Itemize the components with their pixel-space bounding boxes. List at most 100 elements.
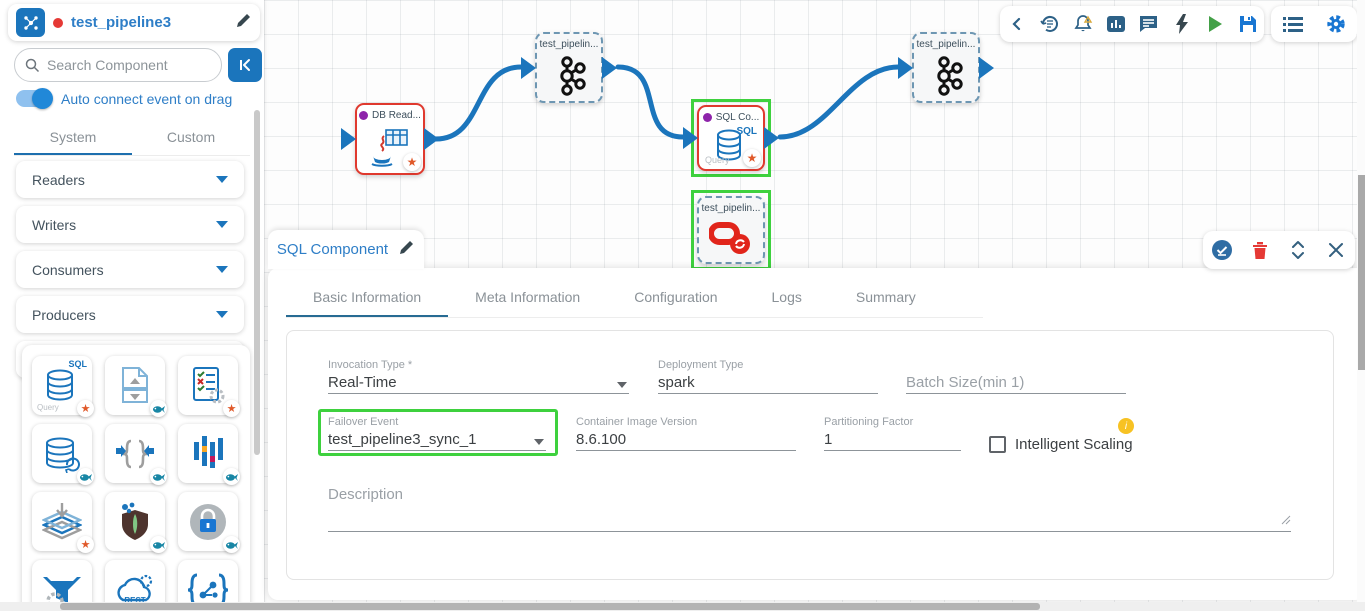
connection-wire-2[interactable] (618, 67, 683, 137)
failover-event-value[interactable]: test_pipeline3_sync_1 (328, 431, 546, 451)
partitioning-factor-field[interactable]: Partitioning Factor 1 (824, 416, 961, 451)
node-label: test_pipelin... (702, 198, 761, 214)
bell-warning-icon (1072, 13, 1094, 35)
node-kafka-out[interactable]: test_pipelin... (912, 32, 980, 103)
description-field[interactable]: Description (328, 486, 1291, 532)
batch-size-field[interactable]: Batch Size(min 1) (906, 359, 1126, 394)
gear-icon (1326, 14, 1346, 34)
auto-connect-label: Auto connect event on drag (61, 91, 232, 107)
node-kafka-in[interactable]: test_pipelin... (535, 32, 603, 103)
input-port-icon[interactable] (521, 57, 536, 79)
status-dot (359, 111, 368, 120)
resize-component-button[interactable] (1284, 236, 1312, 264)
component-tile-sql-database[interactable]: SQLQuery★ (32, 356, 92, 415)
section-readers[interactable]: Readers (16, 161, 244, 198)
sidebar-scrollbar[interactable] (254, 110, 260, 455)
edit-pipeline-icon[interactable] (235, 12, 252, 34)
check-circle-icon (1211, 239, 1233, 261)
alerts-button[interactable] (1069, 10, 1097, 38)
output-port-icon[interactable] (979, 57, 994, 79)
component-tile-mongo-shield[interactable] (105, 492, 165, 551)
search-component-input[interactable] (47, 57, 197, 73)
invocation-type-value[interactable]: Real-Time (328, 374, 629, 394)
component-sidebar: test_pipeline3 Auto connect event on dra… (0, 0, 264, 611)
panel-tab-summary[interactable]: Summary (829, 280, 943, 318)
section-consumers[interactable]: Consumers (16, 251, 244, 288)
pipeline-editor: DB Read...★test_pipelin...SQL Co...★SQLQ… (0, 0, 1365, 611)
status-dot (703, 113, 712, 122)
sidebar-tab-custom[interactable]: Custom (132, 118, 250, 156)
edit-component-icon[interactable] (398, 239, 415, 261)
collapse-sidebar-button[interactable] (228, 48, 262, 82)
section-producers[interactable]: Producers (16, 296, 244, 333)
output-port-icon[interactable] (602, 57, 617, 79)
run-button[interactable] (1201, 10, 1229, 38)
component-tile-json-braces[interactable] (105, 424, 165, 483)
trigger-button[interactable] (1168, 10, 1196, 38)
input-port-icon[interactable] (898, 57, 913, 79)
save-button[interactable] (1234, 10, 1262, 38)
output-port-icon[interactable] (424, 128, 439, 150)
bolt-icon (1175, 14, 1189, 34)
description-input[interactable] (328, 506, 1291, 532)
canvas-toolbar-secondary (1271, 6, 1357, 42)
connection-wire-1[interactable] (436, 67, 521, 139)
back-button[interactable] (1003, 10, 1031, 38)
output-port-icon[interactable] (764, 127, 779, 149)
kafka-icon (928, 55, 964, 97)
deployment-type-label: Deployment Type (658, 359, 878, 371)
panel-tab-logs[interactable]: Logs (745, 280, 829, 318)
delete-component-button[interactable] (1246, 236, 1274, 264)
comments-button[interactable] (1135, 10, 1163, 38)
component-tile-lock-circle[interactable] (178, 492, 238, 551)
settings-button[interactable] (1322, 10, 1350, 38)
panel-tab-meta-information[interactable]: Meta Information (448, 280, 607, 318)
comment-icon (1138, 14, 1159, 34)
component-tile-layers-stack[interactable]: ★ (32, 492, 92, 551)
horizontal-scrollbar[interactable] (0, 602, 1365, 611)
vertical-scrollbar[interactable] (1357, 0, 1365, 611)
resize-handle-icon[interactable] (1281, 512, 1291, 529)
intelligent-scaling-checkbox[interactable] (989, 436, 1006, 453)
pipeline-header: test_pipeline3 (8, 4, 260, 41)
batch-size-input[interactable]: Batch Size(min 1) (906, 374, 1126, 394)
component-tile-document-updown[interactable] (105, 356, 165, 415)
java-table-icon (370, 126, 410, 168)
auto-connect-toggle[interactable] (16, 90, 52, 107)
connection-wire-3[interactable] (780, 67, 898, 137)
container-image-version-value[interactable]: 8.6.100 (576, 431, 796, 451)
input-port-icon[interactable] (341, 128, 356, 150)
history-button[interactable] (1036, 10, 1064, 38)
node-db-reader[interactable]: DB Read...★ (355, 103, 425, 175)
info-icon[interactable]: i (1118, 418, 1134, 434)
node-sync-event[interactable]: test_pipelin... (691, 190, 771, 270)
updown-chevrons-icon (1291, 240, 1305, 260)
panel-tab-configuration[interactable]: Configuration (607, 280, 744, 318)
invocation-type-field[interactable]: Invocation Type * Real-Time (328, 359, 629, 394)
intelligent-scaling-label: Intelligent Scaling (1015, 436, 1133, 453)
section-writers[interactable]: Writers (16, 206, 244, 243)
panel-tab-basic-information[interactable]: Basic Information (286, 280, 448, 318)
node-sql-component[interactable]: SQL Co...★SQLQuery (691, 99, 771, 177)
database-refresh-icon (43, 435, 81, 473)
component-tile-database-refresh[interactable] (32, 424, 92, 483)
field-bars-icon (190, 434, 226, 474)
container-image-version-field[interactable]: Container Image Version 8.6.100 (576, 416, 796, 451)
partitioning-factor-value[interactable]: 1 (824, 431, 961, 451)
sidebar-tab-system[interactable]: System (14, 118, 132, 156)
failover-event-field[interactable]: Failover Event test_pipeline3_sync_1 (328, 416, 546, 451)
input-port-icon[interactable] (683, 127, 698, 149)
pipeline-title: test_pipeline3 (71, 14, 227, 31)
component-tile-field-bars[interactable] (178, 424, 238, 483)
update-component-button[interactable] (1208, 236, 1236, 264)
close-component-button[interactable] (1322, 236, 1350, 264)
deployment-type-value[interactable]: spark (658, 374, 878, 394)
deployment-type-field[interactable]: Deployment Type spark (658, 359, 878, 394)
chevron-down-icon (216, 311, 228, 318)
component-tile-rules-checklist[interactable]: ★ (178, 356, 238, 415)
statistics-button[interactable] (1102, 10, 1130, 38)
node-label: DB Read... (359, 105, 421, 121)
list-view-button[interactable] (1279, 10, 1307, 38)
chevron-down-icon (534, 439, 544, 445)
play-icon (1207, 15, 1223, 33)
